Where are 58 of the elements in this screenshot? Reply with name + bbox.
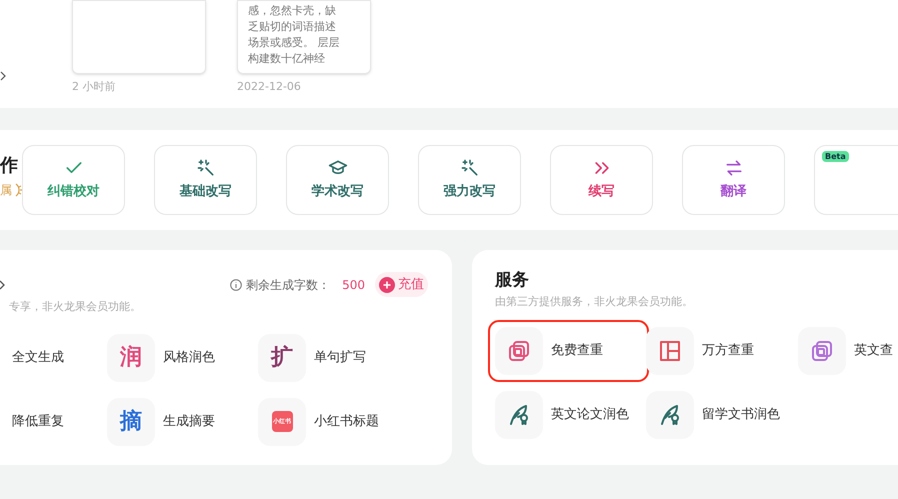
remaining-label: 剩余生成字数：: [246, 276, 330, 294]
tool-item[interactable]: 润 风格润色: [107, 334, 258, 382]
tool-item[interactable]: 扩 单句扩写: [258, 334, 408, 382]
document-card[interactable]: [72, 0, 206, 74]
tool-label: 全文生成: [12, 348, 64, 367]
layout-grid-icon: [658, 339, 682, 363]
card-time: 2 小时前: [72, 79, 116, 95]
card-text-line: 构建数十亿神经: [248, 51, 326, 67]
service-item[interactable]: 免费查重: [495, 327, 642, 375]
tool-label: 生成摘要: [163, 412, 215, 431]
service-label: 英文论文润色: [551, 406, 629, 424]
overlapping-squares-icon: [507, 339, 531, 363]
tool-card[interactable]: Beta: [814, 145, 898, 215]
card-text-line: 场景或感受。 层层: [248, 35, 340, 51]
exclusive-label: 属: [0, 182, 12, 199]
tool-label: 单句扩写: [314, 348, 366, 367]
info-icon: [230, 278, 242, 290]
document-card[interactable]: 感，忽然卡壳，缺 乏贴切的词语描述 场景或感受。 层层 构建数十亿神经: [237, 0, 371, 74]
tool-glyph-icon: 润: [107, 334, 155, 382]
card-time: 2022-12-06: [237, 79, 302, 95]
tool-card[interactable]: 学术改写: [286, 145, 389, 215]
tool-card[interactable]: 续写: [550, 145, 653, 215]
tool-card[interactable]: 基础改写: [154, 145, 257, 215]
tool-item[interactable]: 摘 生成摘要: [107, 398, 258, 446]
tool-label: 小红书标题: [314, 412, 379, 431]
beta-badge: Beta: [822, 151, 849, 162]
sparkle-wand-icon: [460, 158, 480, 178]
card-text-line: 乏贴切的词语描述: [248, 19, 337, 35]
sparkle-wand-icon: [196, 158, 216, 178]
service-item[interactable]: 英文查: [798, 327, 898, 375]
panel-subtitle: 专享，非火龙果会员功能。: [9, 299, 142, 315]
plus-icon: [379, 276, 395, 292]
panel-subtitle: 由第三方提供服务，非火龙果会员功能。: [495, 294, 694, 310]
tool-item[interactable]: 降低重复: [0, 398, 107, 446]
remaining-count: 500: [342, 276, 365, 294]
chevron-right-icon: [0, 71, 6, 81]
card-text-line: 感，忽然卡壳，缺: [248, 3, 337, 19]
quill-badge-icon: [507, 403, 531, 427]
swap-arrows-icon: [724, 158, 744, 178]
service-label: 留学文书润色: [702, 406, 780, 424]
tool-label: 风格润色: [163, 348, 215, 367]
service-label: 英文查: [854, 342, 893, 360]
tool-label: 降低重复: [12, 412, 64, 431]
tool-item[interactable]: 全文生成: [0, 334, 107, 382]
chevron-right-icon: [0, 280, 5, 290]
quill-badge-icon: [658, 403, 682, 427]
tool-card[interactable]: 翻译: [682, 145, 785, 215]
service-item[interactable]: 英文论文润色: [495, 391, 646, 439]
section-title: 服务: [495, 269, 530, 292]
laurel-icon: [14, 183, 22, 197]
service-label: 免费查重: [551, 342, 603, 360]
tool-glyph-icon: 摘: [107, 398, 155, 446]
service-label: 万方查重: [702, 342, 754, 360]
service-item[interactable]: 万方查重: [646, 327, 798, 375]
tool-card[interactable]: 强力改写: [418, 145, 521, 215]
service-item[interactable]: 留学文书润色: [646, 391, 798, 439]
tool-glyph-icon: 扩: [258, 334, 306, 382]
overlapping-squares-icon: [810, 339, 834, 363]
